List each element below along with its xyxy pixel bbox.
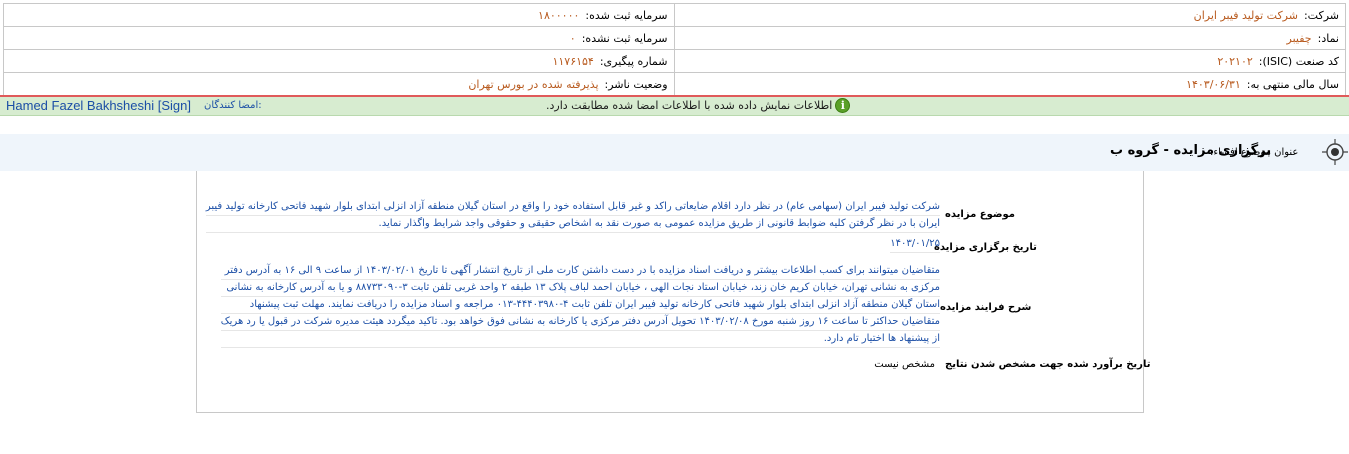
info-icon: i [835, 98, 851, 113]
process-line: استان گیلان منطقه آزاد انزلی ابتدای بلوا… [220, 297, 940, 314]
process-label: شرح فرایند مزایده [940, 302, 1032, 313]
target-icon [1322, 139, 1348, 165]
process-line: مرکزی به نشانی تهران، خیابان کریم خان زن… [220, 280, 940, 297]
symbol-label: نماد: [1317, 31, 1339, 45]
company-info-table: سرمایه ثبت شده: ۱۸۰۰۰۰۰ شرکت: شرکت تولید ف… [3, 3, 1347, 96]
fiscal-year-value: ۱۴۰۳/۰۶/۳۱ [1186, 77, 1241, 91]
signature-bar: Hamed Fazel Bakhsheshi [Sign] امضا کنندگ… [0, 97, 1349, 116]
tracking-label: شماره پیگیری: [599, 54, 668, 68]
info-cell-isic: کد صنعت (ISIC): ۲۰۲۱۰۲ [673, 49, 1347, 73]
date-line: ۱۴۰۳/۰۱/۲۵ [890, 236, 940, 253]
results-value: مشخص نیست [874, 357, 935, 373]
publisher-status-value: پذیرفته شده در بورس تهران [468, 77, 599, 91]
company-value: شرکت تولید فیبر ایران [1193, 8, 1298, 22]
info-cell-fiscal-year: سال مالی منتهی به: ۱۴۰۳/۰۶/۳۱ [673, 72, 1347, 96]
disclosure-title: برگزاری مزایده - گروه ب [1110, 143, 1272, 158]
signer-name[interactable]: Hamed Fazel Bakhsheshi [Sign] [6, 98, 191, 113]
info-cell-tracking: شماره پیگیری: ۱۱۷۶۱۵۴ [3, 49, 675, 73]
date-value: ۱۴۰۳/۰۱/۲۵ [890, 236, 940, 253]
results-value-text: مشخص نیست [874, 359, 935, 370]
subject-value: شرکت تولید فیبر ایران (سهامی عام) در نظر… [205, 199, 940, 233]
info-cell-capital-unregistered: سرمایه ثبت نشده: ۰ [3, 26, 675, 50]
info-cell-symbol: نماد: چفیبر [673, 26, 1347, 50]
capital-registered-label: سرمایه ثبت شده: [585, 8, 668, 22]
info-row: شماره پیگیری: ۱۱۷۶۱۵۴ کد صنعت (ISIC): ۲۰۲۱… [3, 49, 1347, 73]
capital-unregistered-label: سرمایه ثبت نشده: [581, 31, 668, 45]
signers-label: امضا کنندگان: [204, 100, 262, 111]
isic-label: کد صنعت (ISIC): [1258, 54, 1339, 68]
tracking-value: ۱۱۷۶۱۵۴ [552, 54, 594, 68]
info-cell-company: شرکت: شرکت تولید فیبر ایران [673, 3, 1347, 27]
info-row: وضعیت ناشر: پذیرفته شده در بورس تهران سال… [3, 72, 1347, 96]
info-row: سرمایه ثبت نشده: ۰ نماد: چفیبر [3, 26, 1347, 50]
date-label: تاریخ برگزاری مزایده [934, 242, 1037, 253]
verify-message: i اطلاعات نمایش داده شده با اطلاعات امضا… [546, 98, 851, 113]
subject-label: موضوع مزایده [945, 209, 1015, 220]
results-label: تاریخ برآورد شده جهت مشخص شدن نتایج [945, 359, 1151, 370]
disclosure-title-bar: عنوان موضوع افشاء: برگزاری مزایده - گروه… [0, 134, 1349, 171]
capital-registered-value: ۱۸۰۰۰۰۰ [538, 8, 580, 22]
process-line: متقاضیان حداکثر تا ساعت ۱۶ روز شنبه مورخ… [220, 314, 940, 331]
symbol-value: چفیبر [1286, 31, 1312, 45]
capital-unregistered-value: ۰ [569, 31, 576, 45]
verify-message-text: اطلاعات نمایش داده شده با اطلاعات امضا ش… [546, 99, 833, 112]
process-line: متقاضیان میتوانند برای کسب اطلاعات بیشتر… [220, 263, 940, 280]
info-cell-publisher-status: وضعیت ناشر: پذیرفته شده در بورس تهران [3, 72, 675, 96]
process-value: متقاضیان میتوانند برای کسب اطلاعات بیشتر… [220, 263, 940, 348]
company-label: شرکت: [1303, 8, 1339, 22]
info-row: سرمایه ثبت شده: ۱۸۰۰۰۰۰ شرکت: شرکت تولید ف… [3, 3, 1347, 27]
info-cell-capital-registered: سرمایه ثبت شده: ۱۸۰۰۰۰۰ [3, 3, 675, 27]
process-line: از پیشنهاد ها اختیار تام دارد. [220, 331, 940, 348]
details-panel: موضوع مزایده شرکت تولید فیبر ایران (سهام… [196, 171, 1150, 413]
fiscal-year-label: سال مالی منتهی به: [1246, 77, 1339, 91]
subject-line: شرکت تولید فیبر ایران (سهامی عام) در نظر… [205, 199, 940, 216]
isic-value: ۲۰۲۱۰۲ [1217, 54, 1253, 68]
subject-line: ایران با در نظر گرفتن کلیه ضوابط قانونی … [205, 216, 940, 233]
publisher-status-label: وضعیت ناشر: [604, 77, 668, 91]
